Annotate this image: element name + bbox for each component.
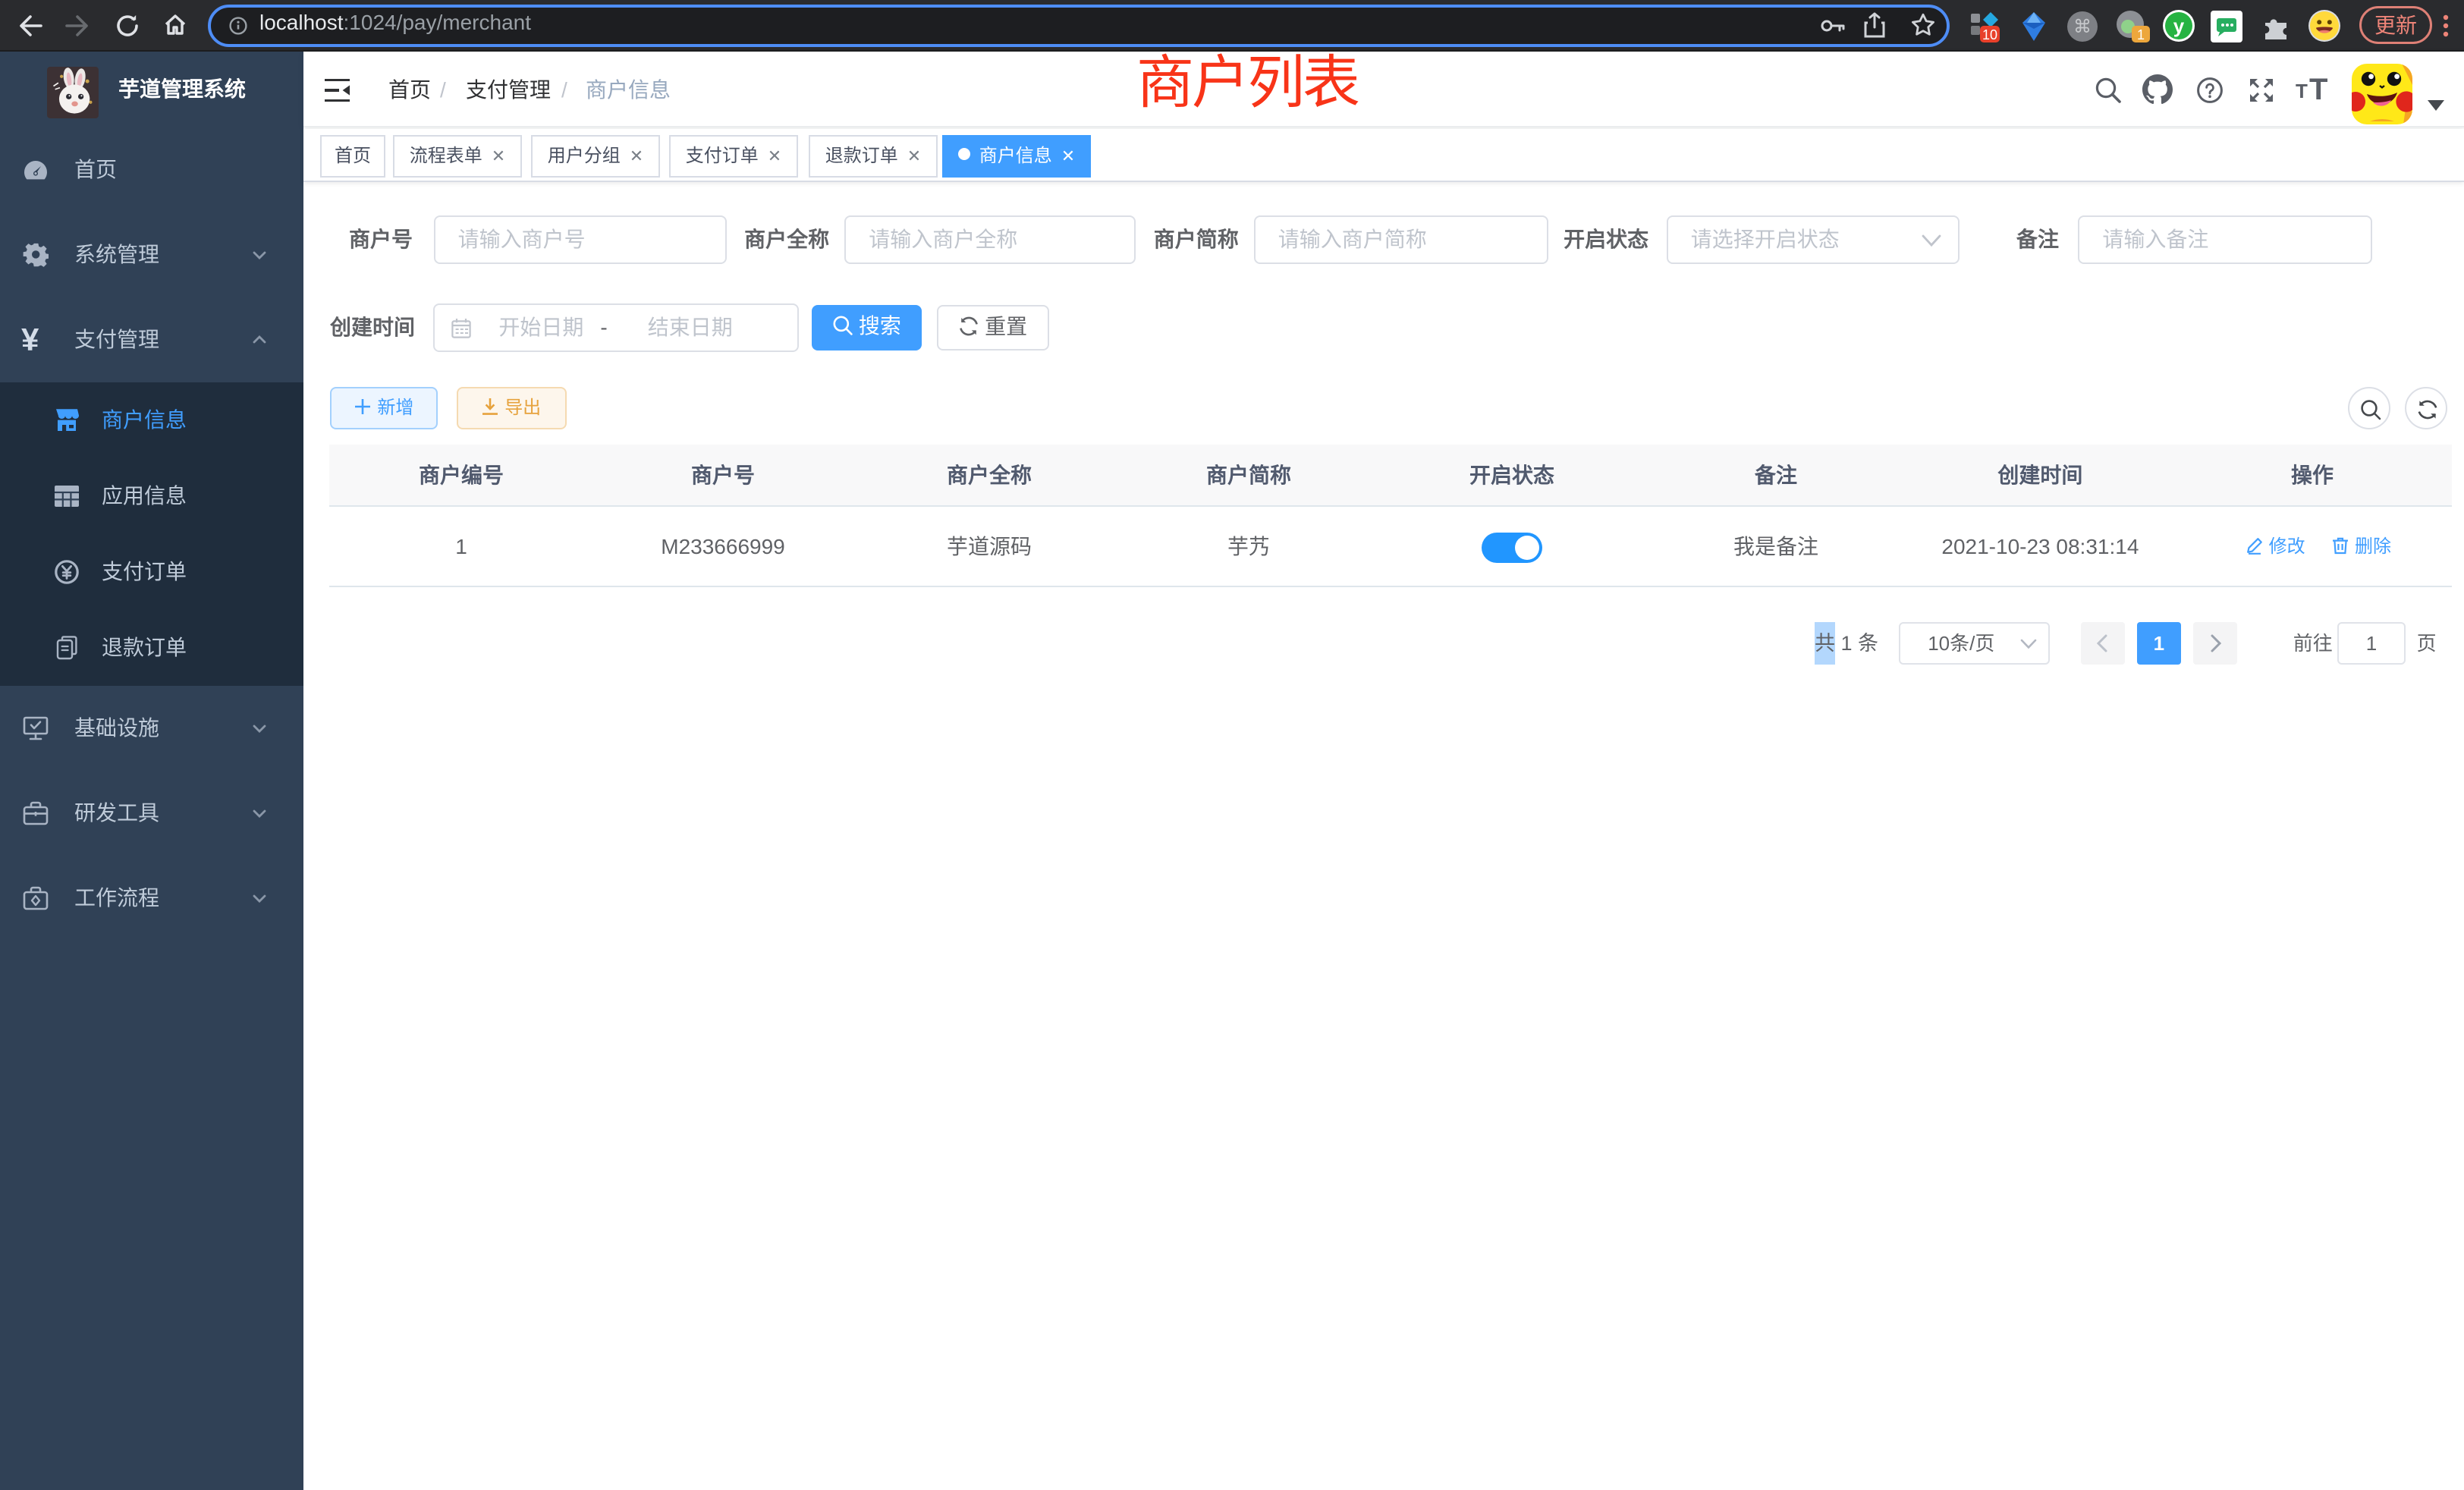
svg-text:1: 1 xyxy=(2137,27,2145,42)
svg-text:y: y xyxy=(2173,14,2185,37)
svg-text:⌘: ⌘ xyxy=(2073,17,2092,37)
svg-text:10: 10 xyxy=(1982,27,1997,42)
